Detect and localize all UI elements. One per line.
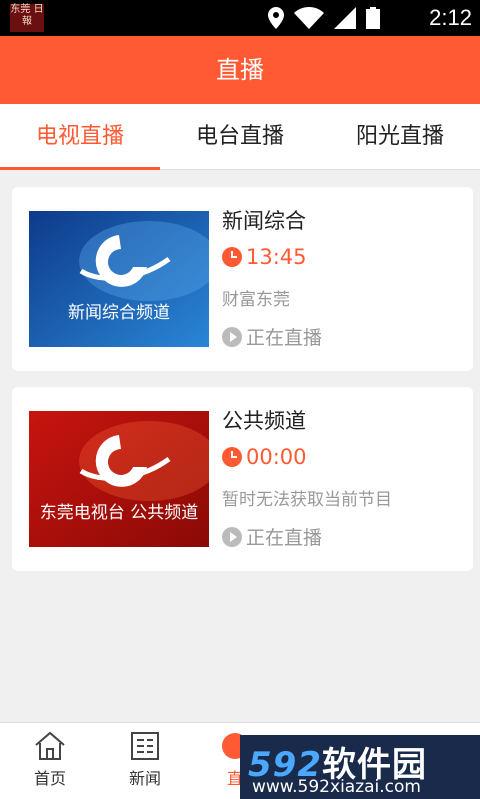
program-time-value: 00:00: [246, 445, 307, 469]
nav-news[interactable]: 新闻: [115, 731, 175, 789]
battery-icon: [366, 7, 380, 29]
signal-icon: [334, 7, 356, 29]
channel-name: 新闻综合: [222, 209, 306, 233]
home-icon: [35, 731, 65, 760]
program-time-value: 13:45: [246, 245, 307, 269]
status-bar: 东莞 日報 2:12: [0, 0, 480, 36]
channel-card-news[interactable]: 新闻综合频道 新闻综合 13:45 财富东莞 正在直播: [12, 187, 473, 371]
live-status: 正在直播: [246, 327, 323, 349]
program-time: 00:00: [222, 445, 307, 469]
app-bar: 直播: [0, 36, 480, 104]
live-button[interactable]: 正在直播: [222, 323, 322, 350]
watermark: 592软件园 www.592xiazai.com: [240, 735, 480, 799]
news-icon: [131, 732, 159, 760]
thumbnail-caption: 新闻综合频道: [68, 303, 170, 323]
tab-tv-live[interactable]: 电视直播: [0, 104, 160, 170]
status-icons: [268, 6, 380, 30]
clock-icon: [222, 247, 242, 267]
nav-home[interactable]: 首页: [20, 731, 80, 789]
nav-home-label: 首页: [33, 769, 66, 788]
channel-name: 公共频道: [222, 409, 306, 433]
channel-thumbnail[interactable]: 新闻综合频道: [29, 211, 209, 347]
program-title: 财富东莞: [222, 290, 290, 310]
live-button[interactable]: 正在直播: [222, 523, 322, 550]
live-status: 正在直播: [246, 527, 323, 549]
play-icon: [222, 326, 242, 347]
channel-card-public[interactable]: 东莞电视台 公共频道 公共频道 00:00 暂时无法获取当前节目 正在直播: [12, 387, 473, 571]
wifi-icon: [294, 7, 324, 29]
program-time: 13:45: [222, 245, 307, 269]
app-notification-icon: 东莞 日報: [10, 4, 44, 32]
status-time: 2:12: [429, 5, 472, 30]
tab-radio-live[interactable]: 电台直播: [160, 104, 320, 169]
watermark-url: www.592xiazai.com: [252, 777, 421, 797]
channel-thumbnail[interactable]: 东莞电视台 公共频道: [29, 411, 209, 547]
nav-news-label: 新闻: [128, 769, 161, 788]
clock-icon: [222, 447, 242, 467]
program-title: 暂时无法获取当前节目: [222, 490, 392, 510]
location-icon: [268, 7, 284, 29]
page-title: 直播: [216, 56, 264, 84]
news-channel-logo-image: [29, 211, 209, 347]
play-icon: [222, 526, 242, 547]
tab-bar: 电视直播 电台直播 阳光直播: [0, 104, 480, 170]
public-channel-logo-image: [29, 411, 209, 547]
thumbnail-caption: 东莞电视台 公共频道: [39, 503, 199, 523]
app-icon-text: 东莞 日報: [10, 4, 44, 27]
tab-sunshine-live[interactable]: 阳光直播: [320, 104, 480, 169]
